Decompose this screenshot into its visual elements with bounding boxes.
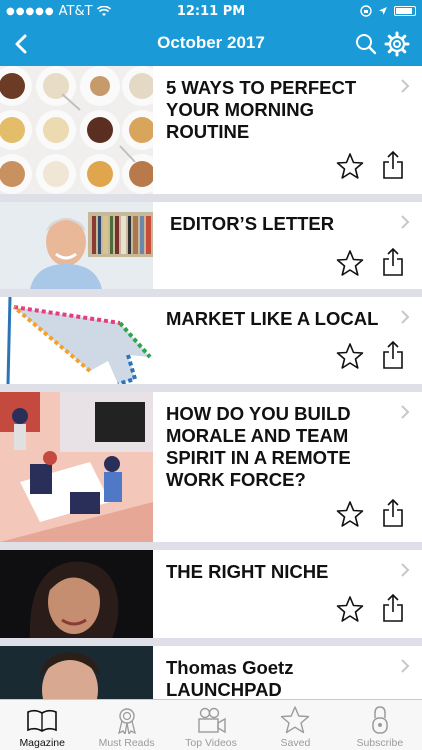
status-bar: ●●●●● AT&T 12:11 PM (0, 0, 422, 22)
chevron-right-icon[interactable] (400, 309, 410, 325)
nav-bar: October 2017 (0, 22, 422, 66)
video-camera-icon (198, 707, 226, 734)
chevron-right-icon[interactable] (400, 562, 410, 578)
share-icon[interactable] (382, 340, 404, 370)
search-icon[interactable] (354, 32, 378, 56)
tab-subscribe[interactable]: Subscribe (338, 700, 422, 750)
tab-label: Top Videos (185, 737, 237, 749)
chevron-right-icon[interactable] (400, 214, 410, 230)
article-item[interactable]: Thomas Goetz LAUNCHPAD (0, 646, 422, 699)
article-list[interactable]: 5 WAYS TO PERFECT YOUR MORNING ROUTINE E… (0, 66, 422, 699)
article-thumbnail (0, 297, 153, 384)
article-title[interactable]: THE RIGHT NICHE (166, 561, 386, 583)
share-icon[interactable] (382, 593, 404, 623)
chevron-right-icon[interactable] (400, 78, 410, 94)
lock-icon (372, 706, 388, 734)
article-item[interactable]: EDITOR’S LETTER (0, 202, 422, 289)
tab-label: Saved (280, 737, 311, 749)
article-item[interactable]: MARKET LIKE A LOCAL (0, 297, 422, 384)
chevron-right-icon[interactable] (400, 404, 410, 420)
article-thumbnail (0, 392, 153, 542)
article-title[interactable]: 5 WAYS TO PERFECT YOUR MORNING ROUTINE (166, 77, 386, 143)
article-thumbnail (0, 646, 153, 699)
article-title[interactable]: Thomas Goetz LAUNCHPAD (166, 657, 386, 699)
tab-bar: Magazine Must Reads Top Videos Saved Sub… (0, 699, 422, 750)
tab-must-reads[interactable]: Must Reads (84, 700, 168, 750)
star-icon[interactable] (336, 500, 364, 528)
article-thumbnail (0, 66, 153, 194)
status-time: 12:11 PM (176, 3, 246, 19)
chevron-right-icon[interactable] (400, 658, 410, 674)
gear-icon[interactable] (384, 31, 410, 57)
share-icon[interactable] (382, 247, 404, 277)
article-title[interactable]: EDITOR’S LETTER (170, 213, 386, 235)
ribbon-icon (117, 708, 136, 734)
article-item[interactable]: THE RIGHT NICHE (0, 550, 422, 638)
star-icon[interactable] (336, 249, 364, 277)
article-title[interactable]: MARKET LIKE A LOCAL (166, 308, 386, 330)
battery-icon (394, 6, 416, 16)
star-icon (281, 706, 310, 734)
tab-saved[interactable]: Saved (253, 700, 337, 750)
share-icon[interactable] (382, 150, 404, 180)
star-icon[interactable] (336, 595, 364, 623)
article-item[interactable]: HOW DO YOU BUILD MORALE AND TEAM SPIRIT … (0, 392, 422, 542)
article-thumbnail (0, 550, 153, 638)
book-icon (27, 709, 58, 732)
tab-top-videos[interactable]: Top Videos (169, 700, 253, 750)
article-thumbnail (0, 202, 153, 289)
star-icon[interactable] (336, 152, 364, 180)
share-icon[interactable] (382, 498, 404, 528)
article-item[interactable]: 5 WAYS TO PERFECT YOUR MORNING ROUTINE (0, 66, 422, 194)
star-icon[interactable] (336, 342, 364, 370)
tab-label: Magazine (19, 737, 65, 749)
tab-label: Subscribe (356, 737, 404, 749)
article-title[interactable]: HOW DO YOU BUILD MORALE AND TEAM SPIRIT … (166, 403, 386, 491)
tab-magazine[interactable]: Magazine (0, 700, 84, 750)
tab-label: Must Reads (98, 737, 155, 749)
